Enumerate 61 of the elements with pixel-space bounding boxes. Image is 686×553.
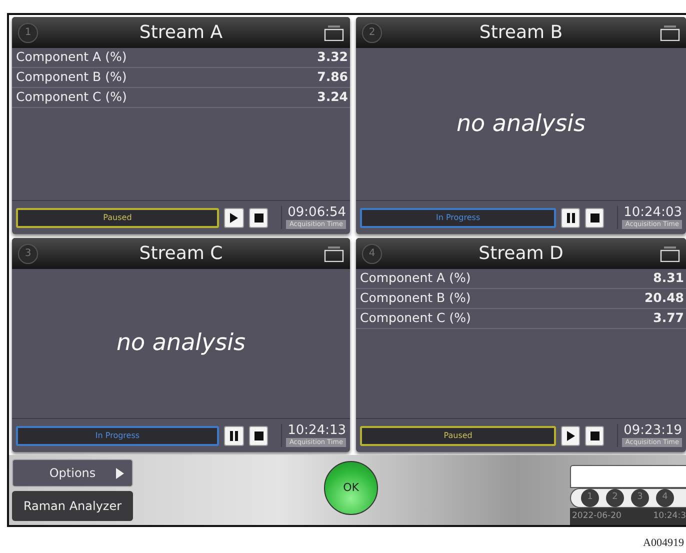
stream-number: 2	[362, 22, 382, 42]
stream-title: Stream A	[138, 21, 224, 45]
component-value: 8.31	[653, 269, 684, 288]
pause-button[interactable]	[224, 426, 244, 446]
stream-number: 1	[18, 22, 38, 42]
component-value: 20.48	[644, 289, 684, 308]
stream-indicator: 2	[606, 489, 624, 507]
stream-number: 4	[362, 244, 382, 264]
status-field: In Progress	[16, 426, 219, 446]
stop-icon	[252, 430, 265, 442]
stream-indicator: 3	[631, 489, 649, 507]
stop-icon	[252, 212, 265, 224]
stream-indicator: 1	[581, 489, 599, 507]
triangle-icon	[116, 468, 124, 479]
stop-button[interactable]	[248, 426, 268, 446]
play-button[interactable]	[224, 208, 244, 228]
figure-caption: A004919	[642, 536, 685, 551]
play-icon	[564, 430, 577, 442]
stack-icon	[324, 246, 344, 262]
component-label: Component C (%)	[360, 309, 471, 328]
status-field: Paused	[360, 426, 556, 446]
stream-number: 3	[18, 244, 38, 264]
no-analysis-message: no analysis	[456, 110, 586, 139]
stop-icon	[588, 212, 601, 224]
acquisition-time: 09:23:19	[624, 424, 682, 438]
component-label: Component B (%)	[16, 68, 127, 86]
stream-indicator: 4	[656, 489, 674, 507]
play-button[interactable]	[561, 426, 580, 446]
pause-icon	[228, 430, 240, 442]
stream-title: Stream B	[478, 21, 564, 45]
ok-indicator: OK	[324, 461, 378, 515]
component-label: Component B (%)	[360, 289, 471, 308]
stream-title: Stream C	[138, 242, 224, 266]
component-value: 3.32	[317, 48, 348, 66]
date-text: 2022-06-20	[572, 510, 622, 523]
analyzer-button[interactable]: Raman Analyzer	[12, 491, 133, 521]
clock-text: 10:24:3	[653, 510, 686, 523]
acquisition-time: 10:24:13	[288, 424, 346, 438]
pause-icon	[564, 212, 577, 224]
component-label: Component A (%)	[360, 269, 471, 288]
component-value: 3.77	[653, 309, 684, 328]
play-icon	[228, 212, 240, 224]
options-button[interactable]: Options	[12, 459, 133, 487]
stream-title: Stream D	[478, 242, 564, 266]
status-field: Paused	[16, 208, 219, 228]
stack-icon	[660, 246, 680, 262]
stop-button[interactable]	[585, 208, 604, 228]
acquisition-time: 09:06:54	[288, 206, 346, 220]
stack-icon	[660, 24, 680, 40]
stop-button[interactable]	[248, 208, 268, 228]
no-analysis-message: no analysis	[116, 329, 246, 358]
status-field: In Progress	[360, 208, 556, 228]
pause-button[interactable]	[561, 208, 580, 228]
component-label: Component C (%)	[16, 88, 127, 106]
stack-icon	[324, 24, 344, 40]
component-value: 3.24	[317, 88, 348, 106]
stop-button[interactable]	[585, 426, 604, 446]
component-value: 7.86	[317, 68, 348, 86]
stop-icon	[588, 430, 601, 442]
acquisition-time: 10:24:03	[624, 206, 682, 220]
component-label: Component A (%)	[16, 48, 127, 66]
